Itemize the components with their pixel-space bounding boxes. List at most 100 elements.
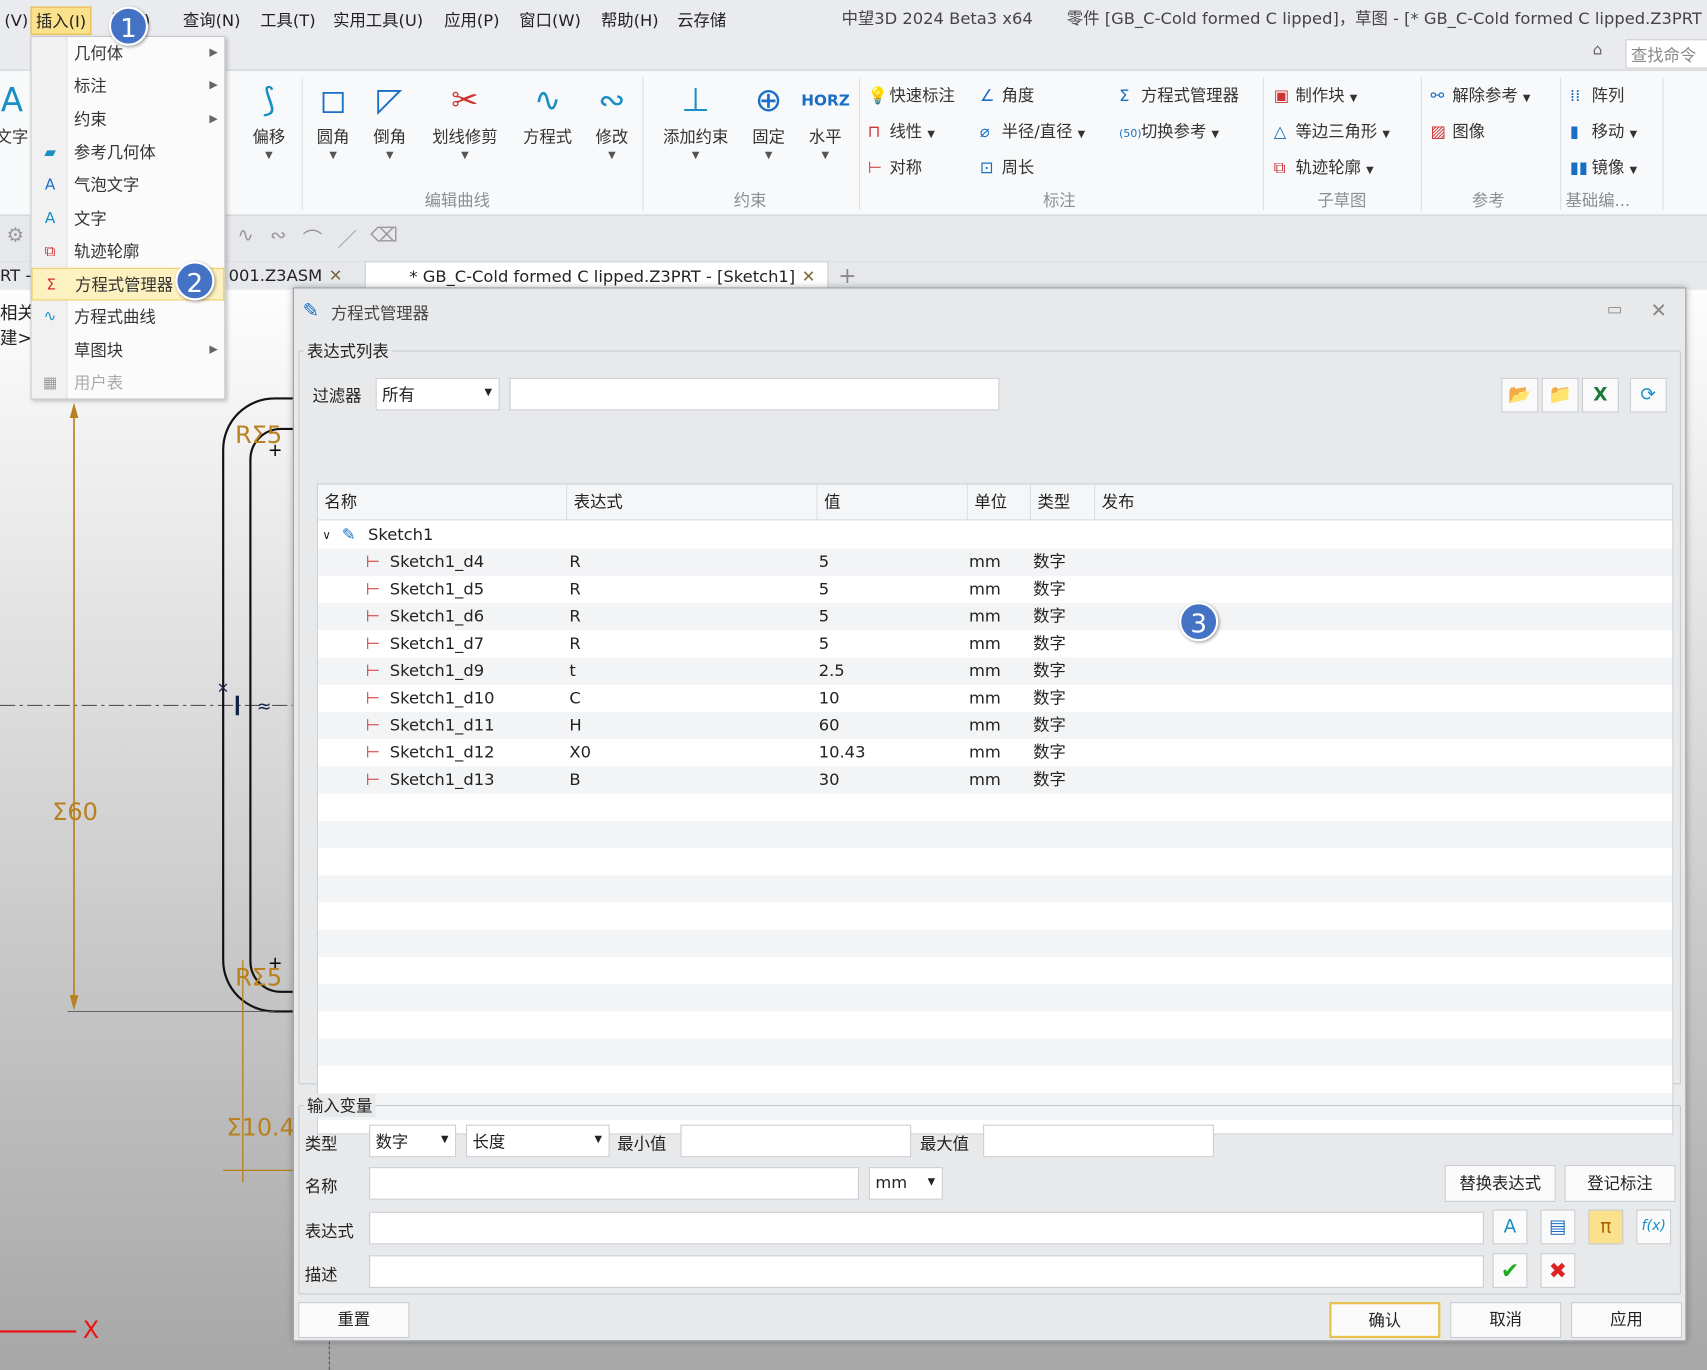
filter-select[interactable]: 所有 ▼ <box>375 377 500 411</box>
tab-part-partial[interactable]: RT - <box>0 261 31 289</box>
symmetric-button[interactable]: ⊢ 对称 <box>868 156 922 179</box>
add-constraint-button[interactable]: ⊥ 添加约束 ▼ <box>655 77 736 161</box>
col-value[interactable]: 值 <box>817 484 968 521</box>
move-button[interactable]: ▮ 移动 ▼ <box>1570 120 1637 143</box>
insert-menu-item[interactable]: ∿ 方程式曲线 <box>32 301 225 334</box>
radius-button[interactable]: ⌀ 半径/直径 ▼ <box>980 120 1085 143</box>
unit-select[interactable]: mm ▼ <box>868 1167 943 1200</box>
menu-window[interactable]: 窗口(W) <box>515 7 585 35</box>
perimeter-button[interactable]: ⊡ 周长 <box>980 156 1034 179</box>
menu-cloud[interactable]: 云存储 <box>673 7 731 35</box>
menu-insert[interactable]: 插入(I) <box>30 6 92 35</box>
collapse-ribbon-icon[interactable]: ⌂ <box>1593 41 1603 58</box>
ok-button[interactable]: 确认 <box>1329 1302 1441 1339</box>
kind-select[interactable]: 长度 ▼ <box>465 1124 610 1158</box>
insert-menu-item[interactable]: A 气泡文字 <box>32 169 225 202</box>
max-value-input[interactable] <box>983 1124 1214 1158</box>
description-input[interactable] <box>369 1255 1484 1288</box>
quick-dim-button[interactable]: 💡快速标注 <box>868 84 955 107</box>
menu-utilities[interactable]: 实用工具(U) <box>329 7 428 35</box>
menu-help[interactable]: 帮助(H) <box>597 7 663 35</box>
offset-button[interactable]: ⟆ 偏移 ▼ <box>242 77 296 161</box>
table-row[interactable]: ⊢ Sketch1_d7 R 5 mm 数字 <box>317 630 1673 658</box>
accept-icon[interactable]: ✔ <box>1492 1253 1528 1288</box>
make-block-button[interactable]: ▣ 制作块 ▼ <box>1274 84 1358 107</box>
chevron-down-icon[interactable]: ∨ <box>322 521 331 548</box>
horizontal-button[interactable]: HORZ 水平 ▼ <box>801 77 850 162</box>
close-tab-icon[interactable]: ✕ <box>329 266 343 286</box>
close-icon[interactable]: ✕ <box>1650 299 1666 322</box>
insert-menu-item[interactable]: ▰ 参考几何体 <box>32 136 225 169</box>
settings-icon[interactable]: ⚙ <box>7 224 25 247</box>
tab-assembly[interactable]: 001.Z3ASM ✕ <box>229 261 343 289</box>
min-value-input[interactable] <box>680 1124 912 1158</box>
insert-menu-item[interactable]: 标注 ▶ <box>32 70 225 103</box>
dim-offset[interactable]: Σ10.4 <box>226 1115 294 1142</box>
tree-root-sketch1[interactable]: ∨ ✎ Sketch1 <box>317 521 1673 549</box>
linear-button[interactable]: ⊓ 线性 ▼ <box>868 120 935 143</box>
dim-height[interactable]: Σ60 <box>52 799 98 826</box>
name-input[interactable] <box>369 1167 859 1200</box>
line-icon[interactable]: ／ <box>337 224 357 252</box>
comment-icon[interactable]: ▭ <box>1607 299 1622 319</box>
chamfer-button[interactable]: ◸ 倒角 ▼ <box>366 77 414 161</box>
menu-view[interactable]: (V) <box>0 7 33 35</box>
toggle-reference-button[interactable]: (50)切换参考 ▼ <box>1119 120 1219 143</box>
spline-icon[interactable]: ∿ <box>237 224 253 247</box>
col-expression[interactable]: 表达式 <box>567 484 818 521</box>
table-row[interactable]: ⊢ Sketch1_d4 R 5 mm 数字 <box>317 548 1673 576</box>
text-expression-icon[interactable]: A <box>1492 1209 1528 1245</box>
equation-manager-ribbon-button[interactable]: Σ 方程式管理器 <box>1119 84 1239 107</box>
mirror-button[interactable]: ▮▮ 镜像 ▼ <box>1570 156 1637 179</box>
trim-button[interactable]: ✂ 划线修剪 ▼ <box>425 77 506 161</box>
arc-icon[interactable]: ⌒ <box>303 224 323 252</box>
pi-icon[interactable]: π <box>1588 1209 1624 1245</box>
close-tab-icon[interactable]: ✕ <box>802 267 816 287</box>
modify-button[interactable]: ∾ 修改 ▼ <box>588 77 636 161</box>
reset-button[interactable]: 重置 <box>298 1302 410 1339</box>
reject-icon[interactable]: ✖ <box>1540 1253 1576 1288</box>
equilateral-button[interactable]: △ 等边三角形 ▼ <box>1274 120 1390 143</box>
refresh-icon[interactable]: ⟳ <box>1629 377 1667 413</box>
menu-query[interactable]: 查询(N) <box>179 7 245 35</box>
command-search-input[interactable]: 查找命令 <box>1625 39 1707 69</box>
trace-profile-button[interactable]: ⧉ 轨迹轮廓 ▼ <box>1274 156 1374 179</box>
text-button[interactable]: A文字 <box>0 77 28 148</box>
table-row[interactable]: ⊢ Sketch1_d6 R 5 mm 数字 <box>317 603 1673 631</box>
excel-icon[interactable]: X <box>1581 377 1619 413</box>
table-row[interactable]: ⊢ Sketch1_d5 R 5 mm 数字 <box>317 575 1673 604</box>
dim-radius-bottom[interactable]: RΣ5 <box>235 965 282 992</box>
table-row[interactable]: ⊢ Sketch1_d12 X0 10.43 mm 数字 <box>317 739 1673 767</box>
function-icon[interactable]: f(x) <box>1636 1209 1672 1245</box>
col-name[interactable]: 名称 <box>317 484 568 521</box>
angle-button[interactable]: ∠ 角度 <box>980 84 1034 107</box>
insert-menu-item[interactable]: 约束 ▶ <box>32 103 225 136</box>
apply-button[interactable]: 应用 <box>1570 1302 1683 1339</box>
dialog-titlebar[interactable]: ✎ 方程式管理器 ▭ ✕ <box>294 289 1685 337</box>
table-row[interactable]: ⊢ Sketch1_d11 H 60 mm 数字 <box>317 712 1673 740</box>
dim-radius-top[interactable]: RΣ5 <box>235 422 282 449</box>
menu-apps[interactable]: 应用(P) <box>440 7 504 35</box>
fillet-button[interactable]: ◻ 圆角 ▼ <box>309 77 357 161</box>
export-icon[interactable]: 📁 <box>1541 377 1579 413</box>
release-reference-button[interactable]: ⚯ 解除参考 ▼ <box>1431 84 1531 107</box>
import-icon[interactable]: 📂 <box>1501 377 1539 413</box>
menu-tools[interactable]: 工具(T) <box>256 7 320 35</box>
fix-button[interactable]: ⊕ 固定 ▼ <box>745 77 793 161</box>
insert-menu-item[interactable]: 草图块 ▶ <box>32 334 225 367</box>
table-row[interactable]: ⊢ Sketch1_d10 C 10 mm 数字 <box>317 684 1673 713</box>
equation-button[interactable]: ∿ 方程式 <box>518 77 577 148</box>
register-dimension-button[interactable]: 登记标注 <box>1564 1164 1676 1202</box>
cancel-button[interactable]: 取消 <box>1450 1302 1562 1339</box>
new-tab-icon[interactable]: + <box>838 261 856 289</box>
dimension-pick-icon[interactable]: ▤ <box>1540 1209 1576 1245</box>
table-row[interactable]: ⊢ Sketch1_d13 B 30 mm 数字 <box>317 766 1673 794</box>
insert-menu-item[interactable]: A 文字 <box>32 202 225 235</box>
eraser-icon[interactable]: ⌫ <box>370 224 398 247</box>
type-select[interactable]: 数字 ▼ <box>369 1124 457 1158</box>
col-type[interactable]: 类型 <box>1030 484 1096 521</box>
image-button[interactable]: ▨ 图像 <box>1431 120 1485 143</box>
col-unit[interactable]: 单位 <box>967 484 1031 521</box>
col-publish[interactable]: 发布 <box>1095 484 1673 521</box>
curve-icon[interactable]: ∾ <box>270 224 286 247</box>
